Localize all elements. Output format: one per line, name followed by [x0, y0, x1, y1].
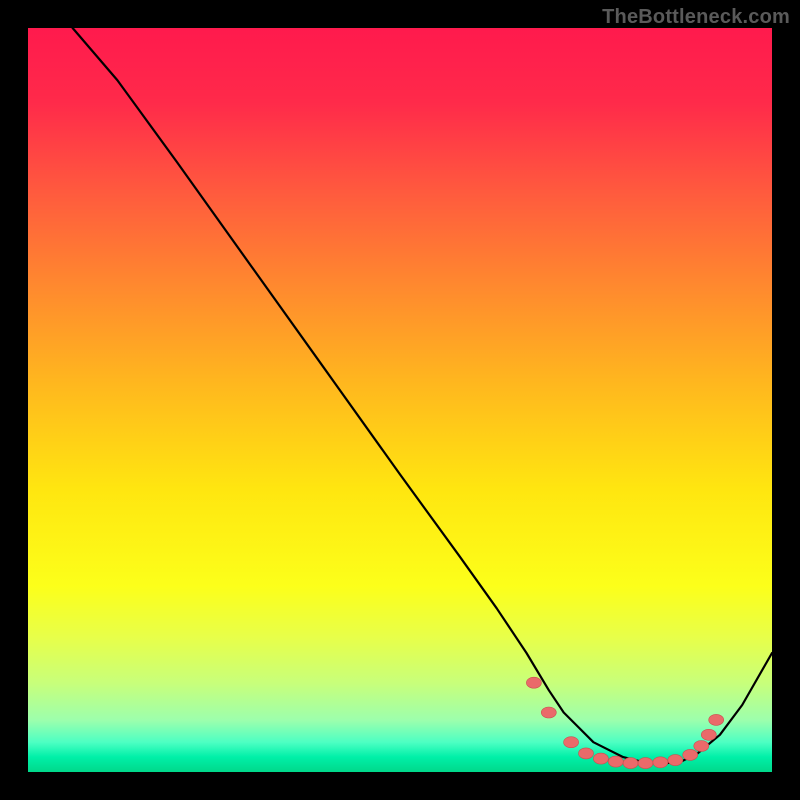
- plot-area: [28, 28, 772, 772]
- marker-dot: [608, 756, 623, 767]
- marker-dot: [668, 755, 683, 766]
- marker-dot: [541, 707, 556, 718]
- marker-dot: [683, 749, 698, 760]
- marker-dot: [638, 758, 653, 769]
- marker-dot: [526, 677, 541, 688]
- marker-group: [526, 677, 723, 768]
- marker-dot: [564, 737, 579, 748]
- marker-dot: [694, 741, 709, 752]
- marker-dot: [579, 748, 594, 759]
- marker-dot: [701, 729, 716, 740]
- watermark-text: TheBottleneck.com: [602, 6, 790, 29]
- marker-dot: [653, 757, 668, 768]
- chart-frame: TheBottleneck.com: [0, 0, 800, 800]
- chart-svg: [28, 28, 772, 772]
- bottleneck-curve: [73, 28, 772, 763]
- marker-dot: [623, 758, 638, 769]
- marker-dot: [709, 714, 724, 725]
- marker-dot: [593, 753, 608, 764]
